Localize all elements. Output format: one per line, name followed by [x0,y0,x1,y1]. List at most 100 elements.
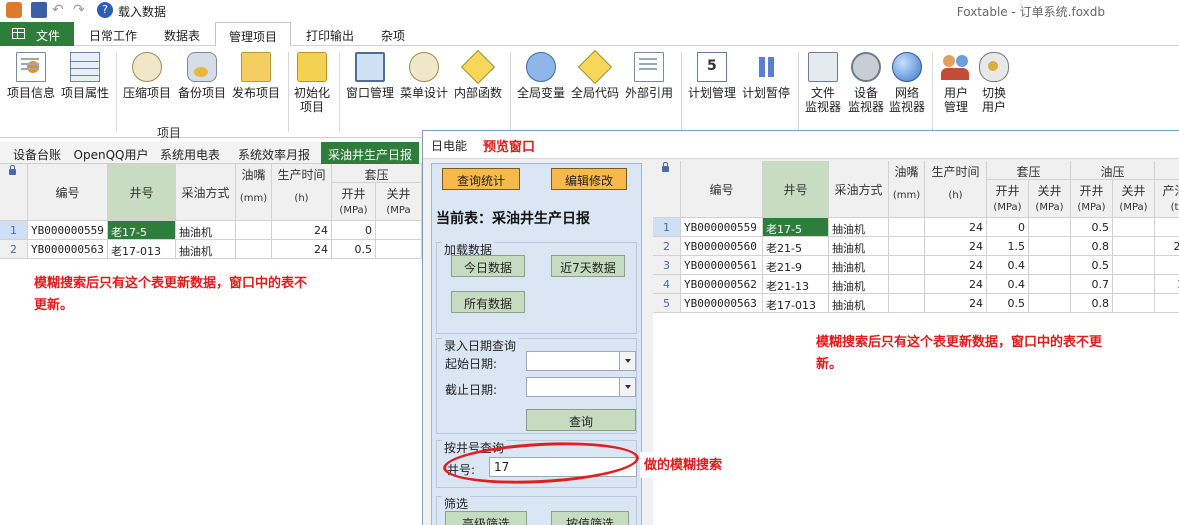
value-filter-button[interactable]: 按值筛选 [551,511,629,525]
tab-equipment-ledger[interactable]: 设备台账 [4,142,70,164]
window-manage-button[interactable]: 窗口管理 [343,50,397,100]
all-data-button[interactable]: 所有数据 [451,291,525,313]
cell-casing-open[interactable]: 0 [987,218,1029,237]
col-header-tubing-close[interactable]: 关井 (MPa) [1113,180,1155,218]
cell-tubing-close[interactable] [1113,256,1155,275]
cell-casing-open[interactable]: 0.5 [987,294,1029,313]
cell-casing-close[interactable] [376,240,422,259]
menu-design-button[interactable]: 菜单设计 [397,50,451,100]
col-header-well[interactable]: 井号 [108,164,176,221]
tab-system-efficiency[interactable]: 系统效率月报 [230,142,318,164]
cell-casing-close[interactable] [376,221,422,240]
load-data-command[interactable]: 载入数据 [118,3,166,20]
today-data-button[interactable]: 今日数据 [451,255,525,277]
cell-casing-open[interactable]: 0.4 [987,256,1029,275]
cell-nozzle[interactable] [889,256,925,275]
cell-casing-close[interactable] [1029,256,1071,275]
cell-tubing-close[interactable] [1113,275,1155,294]
tab-data-table[interactable]: 数据表 [150,22,214,46]
cell-tubing-open[interactable]: 0.8 [1071,237,1113,256]
save-icon[interactable] [31,2,47,18]
cell-casing-close[interactable] [1029,275,1071,294]
cell-tubing-open[interactable]: 0.5 [1071,256,1113,275]
redo-icon[interactable]: ↷ [73,2,89,18]
cell-tubing-open[interactable]: 0.8 [1071,294,1113,313]
cell-casing-open[interactable]: 0.5 [332,240,376,259]
row-number[interactable]: 1 [0,221,28,240]
col-header-tubing-open[interactable]: 开井 (MPa) [1071,180,1113,218]
cell-casing-close[interactable] [1029,218,1071,237]
row-number[interactable]: 1 [653,218,681,237]
device-monitor-button[interactable]: 设备 监视器 [844,50,888,114]
cell-well-current[interactable]: 老17-5 [763,218,829,237]
col-header-production[interactable]: 产油 (t [1155,180,1179,218]
col-header-tubing[interactable]: 油压 [1071,161,1155,180]
chevron-down-icon[interactable] [619,352,635,370]
cell-nozzle[interactable] [889,294,925,313]
cell-nozzle[interactable] [889,237,925,256]
col-header-nozzle[interactable]: 油嘴 (mm) [889,161,925,218]
grid-corner[interactable] [0,164,28,221]
edit-modify-button[interactable]: 编辑修改 [551,168,627,190]
col-header-time[interactable]: 生产时间 (h) [925,161,987,218]
tab-well-daily-report[interactable]: 采油井生产日报 [321,142,419,164]
cell-code[interactable]: YB000000563 [28,240,108,259]
cell-well[interactable]: 老21-13 [763,275,829,294]
switch-user-button[interactable]: 切换 用户 [974,50,1014,114]
cell-time[interactable]: 24 [925,294,987,313]
help-icon[interactable]: ? [97,2,113,18]
cell-casing-open[interactable]: 0.4 [987,275,1029,294]
query-stats-button[interactable]: 查询统计 [442,168,520,190]
cell-casing-open[interactable]: 0 [332,221,376,240]
col-header-casing-open[interactable]: 开井 (MPa) [332,183,376,221]
tab-print-output[interactable]: 打印输出 [295,22,365,46]
user-manage-button[interactable]: 用户 管理 [936,50,976,114]
cell-production[interactable]: 14 [1155,275,1179,294]
cell-code[interactable]: YB000000562 [681,275,763,294]
global-code-button[interactable]: 全局代码 [568,50,622,100]
cell-code[interactable]: YB000000559 [28,221,108,240]
cell-method[interactable]: 抽油机 [176,221,236,240]
publish-project-button[interactable]: 发布项目 [229,50,283,100]
cell-time[interactable]: 24 [925,256,987,275]
init-project-button[interactable]: 初始化 项目 [290,50,334,114]
cell-well[interactable]: 老17-013 [108,240,176,259]
tab-misc[interactable]: 杂项 [368,22,418,46]
well-search-input[interactable]: 17 [489,457,637,477]
cell-tubing-close[interactable] [1113,218,1155,237]
col-header-casing-close[interactable]: 关井 (MPa) [1029,180,1071,218]
cell-casing-close[interactable] [1029,237,1071,256]
tab-system-power[interactable]: 系统用电表 [152,142,228,164]
col-header-code[interactable]: 编号 [28,164,108,221]
col-header-casing[interactable]: 套压 [987,161,1071,180]
end-date-picker[interactable] [526,377,636,397]
cell-time[interactable]: 24 [272,221,332,240]
cell-method[interactable]: 抽油机 [829,237,889,256]
external-ref-button[interactable]: 外部引用 [622,50,676,100]
cell-time[interactable]: 24 [272,240,332,259]
cell-casing-close[interactable] [1029,294,1071,313]
col-header-casing[interactable]: 套压 [332,164,422,183]
cell-nozzle[interactable] [236,221,272,240]
row-number[interactable]: 4 [653,275,681,294]
internal-function-button[interactable]: 内部函数 [451,50,505,100]
cell-well[interactable]: 老21-5 [763,237,829,256]
cell-time[interactable]: 24 [925,237,987,256]
cell-well[interactable]: 老21-9 [763,256,829,275]
start-date-picker[interactable] [526,351,636,371]
col-header-method[interactable]: 采油方式 [176,164,236,221]
cell-nozzle[interactable] [889,275,925,294]
cell-tubing-close[interactable] [1113,237,1155,256]
cell-code[interactable]: YB000000560 [681,237,763,256]
cell-tubing-open[interactable]: 0.5 [1071,218,1113,237]
cell-tubing-open[interactable]: 0.7 [1071,275,1113,294]
cell-production[interactable] [1155,256,1179,275]
grid-corner[interactable] [653,161,681,218]
cell-code[interactable]: YB000000561 [681,256,763,275]
tab-openqq-users[interactable]: OpenQQ用户 [72,142,150,164]
cell-time[interactable]: 24 [925,218,987,237]
date-query-button[interactable]: 查询 [526,409,636,431]
cell-code[interactable]: YB000000559 [681,218,763,237]
cell-well[interactable]: 老17-013 [763,294,829,313]
cell-method[interactable]: 抽油机 [829,275,889,294]
